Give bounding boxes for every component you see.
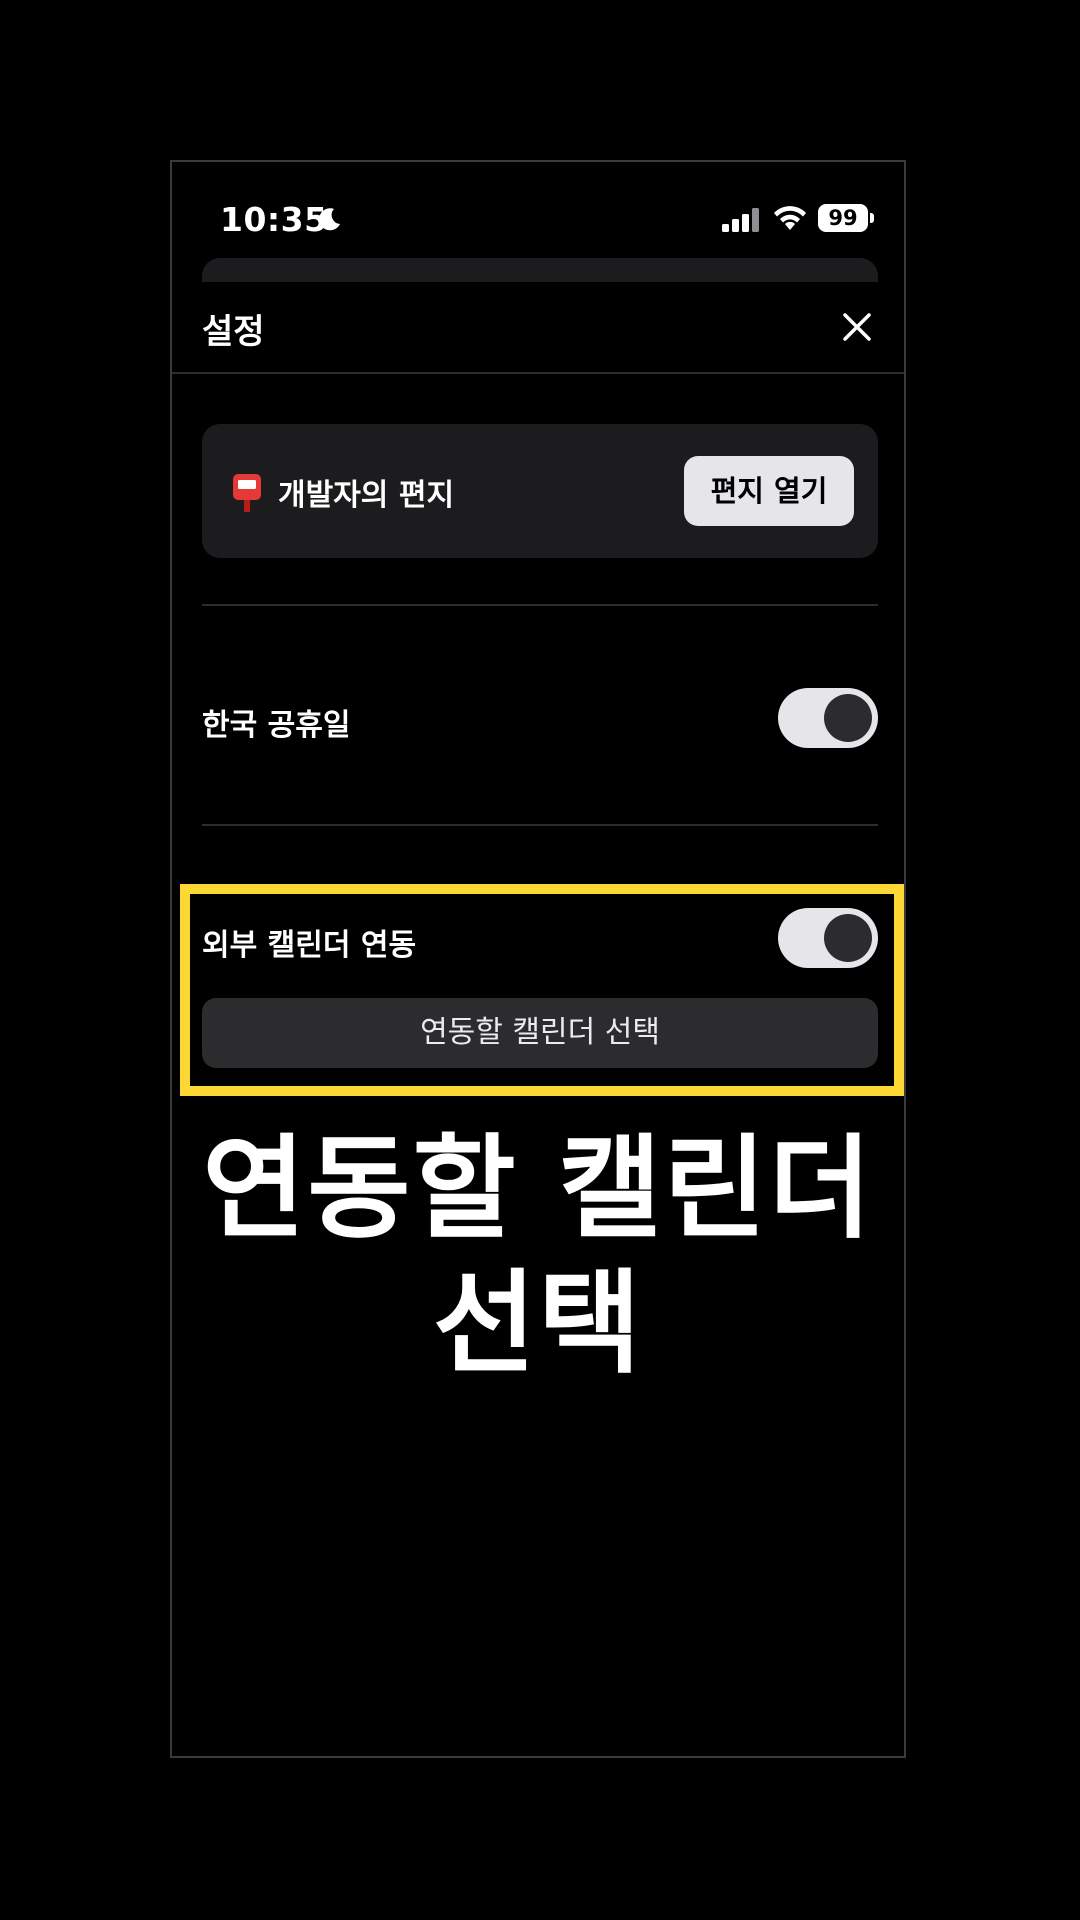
caption-overlay: 연동할 캘린더 선택 bbox=[172, 1122, 904, 1392]
toggle-knob bbox=[824, 694, 872, 742]
korean-holidays-label: 한국 공휴일 bbox=[202, 708, 351, 743]
korean-holidays-toggle[interactable] bbox=[778, 688, 878, 748]
settings-header: 설정 bbox=[172, 282, 904, 374]
developer-letter-card: 개발자의 편지 편지 열기 bbox=[202, 424, 878, 558]
korean-holidays-row: 한국 공휴일 bbox=[202, 688, 878, 750]
open-letter-button[interactable]: 편지 열기 bbox=[684, 456, 854, 526]
caption-line-2: 선택 bbox=[432, 1259, 644, 1389]
battery-level: 99 bbox=[828, 206, 858, 230]
external-calendar-row: 외부 캘린더 연동 bbox=[202, 908, 878, 970]
signal-icon bbox=[722, 208, 759, 232]
page-title: 설정 bbox=[202, 312, 265, 352]
divider bbox=[202, 604, 878, 606]
status-time: 10:35 bbox=[220, 200, 328, 239]
divider bbox=[202, 824, 878, 826]
external-calendar-toggle[interactable] bbox=[778, 908, 878, 968]
select-calendar-button[interactable]: 연동할 캘린더 선택 bbox=[202, 998, 878, 1068]
developer-letter-label: 개발자의 편지 bbox=[278, 478, 455, 513]
status-bar: 10:35 99 bbox=[172, 162, 904, 272]
external-calendar-label: 외부 캘린더 연동 bbox=[202, 928, 417, 963]
battery-tip bbox=[870, 213, 874, 223]
moon-icon bbox=[319, 208, 340, 231]
mailbox-icon bbox=[233, 474, 261, 512]
background-sheet-peek bbox=[202, 258, 878, 282]
wifi-icon bbox=[774, 206, 806, 230]
battery-icon: 99 bbox=[818, 204, 868, 232]
toggle-knob bbox=[824, 914, 872, 962]
phone-frame: 10:35 99 설정 개발자의 편지 편지 열기 한국 공휴일 외부 캘린더 … bbox=[170, 160, 906, 1758]
close-icon[interactable] bbox=[840, 310, 874, 344]
caption-line-1: 연동할 캘린더 bbox=[202, 1124, 874, 1254]
